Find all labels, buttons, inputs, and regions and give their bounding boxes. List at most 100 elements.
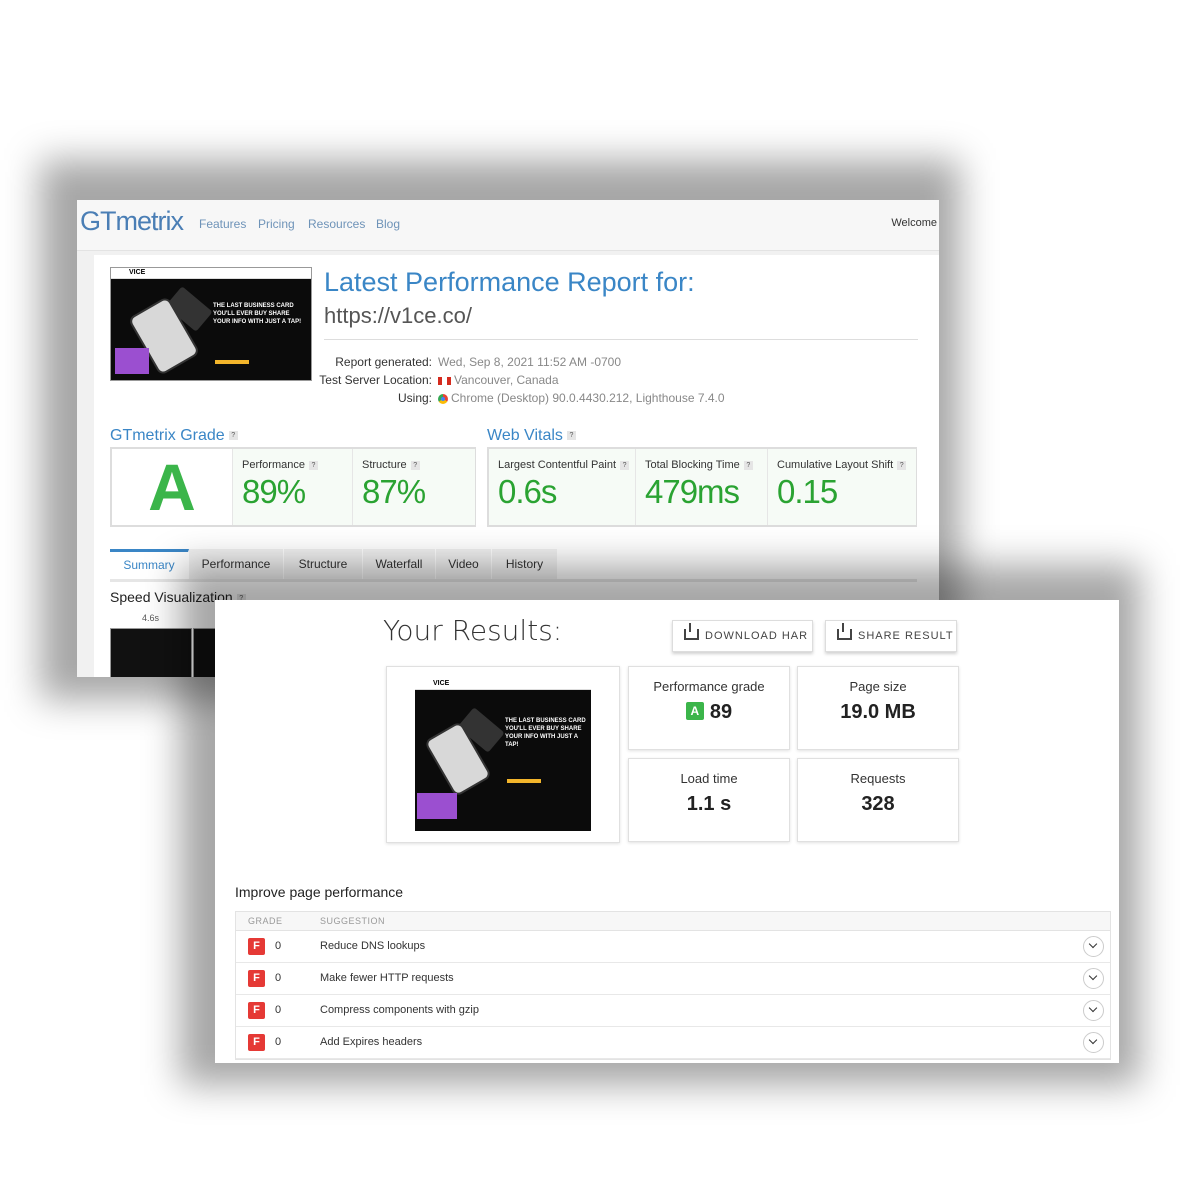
using-label: Using: (397, 391, 432, 405)
results-window: Your Results: DOWNLOAD HAR SHARE RESULT … (215, 600, 1119, 1063)
score: 0 (275, 1004, 282, 1016)
lcp-metric: Largest Contentful Paint? 0.6s (489, 449, 635, 525)
performance-grade-value-row: A 89 (629, 701, 789, 724)
grade-column-header: GRADE (248, 916, 283, 926)
thumb-headline: THE LAST BUSINESS CARD YOU'LL EVER BUY S… (505, 718, 586, 748)
canada-flag-icon (438, 376, 451, 385)
site-screenshot: VICE THE LAST BUSINESS CARD YOU'LL EVER … (386, 666, 620, 843)
performance-value: 89% (242, 473, 306, 510)
performance-label: Performance (242, 459, 305, 471)
nav-blog-link[interactable]: Blog (376, 217, 400, 231)
download-icon (684, 623, 699, 640)
table-row[interactable]: F 0 Compress components with gzip (236, 995, 1110, 1027)
download-har-label: DOWNLOAD HAR (705, 630, 809, 642)
nav-pricing-link[interactable]: Pricing (258, 217, 295, 231)
structure-metric-label: Structure? (362, 459, 420, 471)
suggestion-text: Make fewer HTTP requests (320, 972, 454, 984)
chevron-down-icon[interactable] (1083, 936, 1104, 957)
performance-grade-value: 89 (709, 701, 733, 723)
chevron-down-icon[interactable] (1083, 1032, 1104, 1053)
load-time-value: 1.1 s (686, 793, 732, 815)
top-nav: GTmetrix Features Pricing Resources Blog… (77, 200, 939, 251)
share-result-label: SHARE RESULT (858, 630, 954, 642)
welcome-text: Welcome (891, 217, 937, 229)
cls-metric: Cumulative Layout Shift? 0.15 (767, 449, 916, 525)
table-header: GRADE SUGGESTION (236, 912, 1110, 931)
requests-card: Requests 328 (797, 758, 959, 842)
using-row: Chrome (Desktop) 90.0.4430.212, Lighthou… (438, 389, 918, 407)
help-icon[interactable]: ? (897, 460, 907, 470)
page-size-value: 19.0 MB (840, 701, 916, 723)
performance-grade-card: Performance grade A 89 (628, 666, 790, 750)
chevron-down-icon[interactable] (1083, 1000, 1104, 1021)
help-icon[interactable]: ? (228, 431, 238, 441)
web-vitals-box: Largest Contentful Paint? 0.6s Total Blo… (487, 447, 917, 527)
grade-letter: A (112, 449, 232, 525)
using-value: Chrome (Desktop) 90.0.4430.212, Lighthou… (451, 391, 725, 405)
grade-badge: F (248, 1002, 265, 1019)
table-row[interactable]: F 0 Make fewer HTTP requests (236, 963, 1110, 995)
suggestion-text: Reduce DNS lookups (320, 940, 426, 952)
grade-section-label: GTmetrix Grade (110, 427, 225, 444)
help-icon[interactable]: ? (743, 460, 753, 470)
table-row[interactable]: F 0 Add Expires headers (236, 1027, 1110, 1059)
suggestion-column-header: SUGGESTION (320, 916, 386, 926)
nav-resources-link[interactable]: Resources (308, 217, 365, 231)
suggestions-table: GRADE SUGGESTION F 0 Reduce DNS lookups … (235, 911, 1111, 1060)
table-row[interactable]: F 0 Reduce DNS lookups (236, 931, 1110, 963)
tbt-metric: Total Blocking Time? 479ms (635, 449, 768, 525)
grade-badge: F (248, 970, 265, 987)
generated-value: Wed, Sep 8, 2021 11:52 AM -0700 (438, 355, 622, 369)
download-har-button[interactable]: DOWNLOAD HAR (672, 620, 813, 652)
requests-value: 328 (861, 793, 895, 815)
gtmetrix-logo[interactable]: GTmetrix (80, 206, 184, 237)
thumb-promo-badge (417, 793, 457, 819)
performance-metric-label: Performance? (242, 459, 318, 471)
page-size-label: Page size (849, 679, 907, 694)
structure-label: Structure (362, 459, 407, 471)
grade-section-title: GTmetrix Grade? (110, 427, 238, 445)
report-title: Latest Performance Report for: (324, 267, 695, 297)
score: 0 (275, 1036, 282, 1048)
requests-label: Requests (850, 771, 906, 786)
report-meta-values: Wed, Sep 8, 2021 11:52 AM -0700 Vancouve… (438, 353, 918, 407)
speed-time: 4.6s (142, 613, 160, 623)
help-icon[interactable]: ? (410, 460, 420, 470)
chevron-down-icon[interactable] (1083, 968, 1104, 989)
suggestion-text: Add Expires headers (320, 1036, 423, 1048)
thumb-headline: THE LAST BUSINESS CARD YOU'LL EVER BUY S… (213, 303, 302, 325)
thumb-logo: VICE (129, 269, 146, 276)
divider (324, 339, 918, 340)
performance-grade-label: Performance grade (653, 679, 765, 694)
results-title: Your Results: (383, 614, 563, 647)
thumb-logo: VICE (433, 680, 450, 687)
thumb-header: VICE (415, 679, 591, 690)
page-size-card: Page size 19.0 MB (797, 666, 959, 750)
screenshot-image: VICE THE LAST BUSINESS CARD YOU'LL EVER … (415, 679, 591, 831)
structure-metric: Structure? 87% (352, 449, 475, 525)
nav-features-link[interactable]: Features (199, 217, 246, 231)
grade-badge: A (685, 702, 704, 720)
thumb-cta (215, 360, 249, 364)
share-result-button[interactable]: SHARE RESULT (825, 620, 957, 652)
lcp-label: Largest Contentful Paint (498, 459, 617, 471)
cls-metric-label: Cumulative Layout Shift? (777, 459, 907, 471)
grade-badge: F (248, 938, 265, 955)
report-meta-labels: Report generated: Test Server Location: … (314, 353, 432, 407)
suggestion-text: Compress components with gzip (320, 1004, 479, 1016)
score: 0 (275, 940, 282, 952)
improve-title: Improve page performance (235, 884, 404, 900)
help-icon[interactable]: ? (566, 431, 576, 441)
report-url[interactable]: https://v1ce.co/ (324, 303, 472, 329)
load-time-label: Load time (680, 771, 738, 786)
chrome-icon (438, 393, 448, 404)
tab-summary[interactable]: Summary (110, 549, 189, 579)
web-vitals-label: Web Vitals (487, 427, 563, 444)
load-time-card: Load time 1.1 s (628, 758, 790, 842)
score: 0 (275, 972, 282, 984)
lcp-metric-label: Largest Contentful Paint? (498, 459, 630, 471)
help-icon[interactable]: ? (620, 460, 630, 470)
help-icon[interactable]: ? (308, 460, 318, 470)
cls-label: Cumulative Layout Shift (777, 459, 894, 471)
share-icon (837, 623, 852, 640)
